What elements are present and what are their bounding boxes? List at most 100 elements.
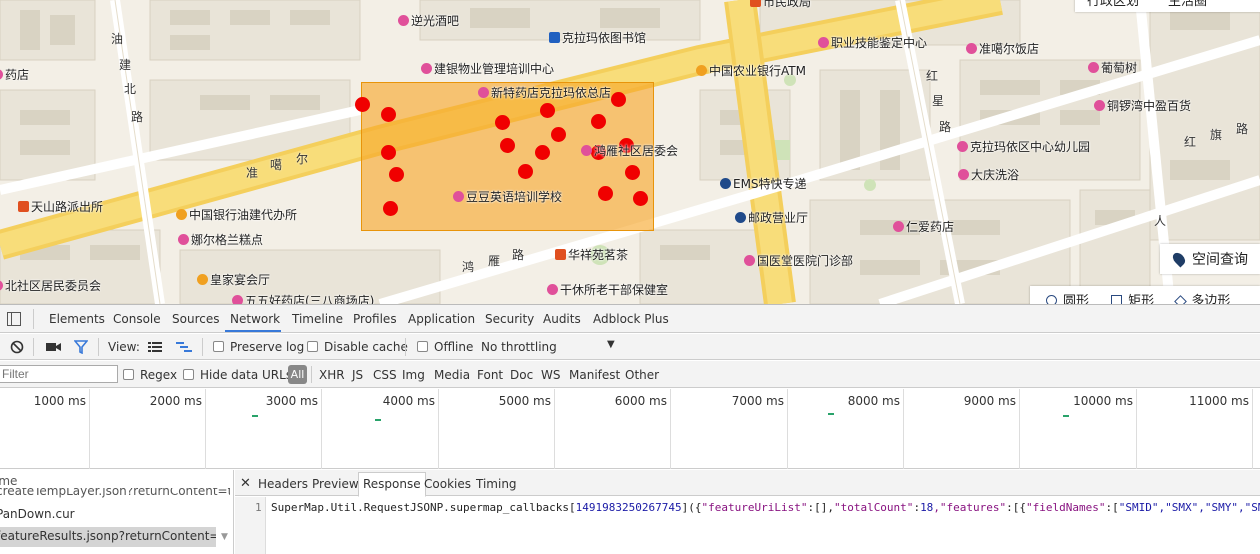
- tab-elements[interactable]: Elements: [49, 312, 105, 326]
- close-icon[interactable]: ✕: [240, 476, 251, 491]
- poi-naer[interactable]: 娜尔格兰糕点: [178, 233, 263, 247]
- result-marker[interactable]: [383, 201, 398, 216]
- filter-type-manifest[interactable]: Manifest: [569, 368, 620, 382]
- shape-rectangle-option[interactable]: 矩形: [1111, 290, 1154, 304]
- result-marker[interactable]: [611, 92, 626, 107]
- clear-icon[interactable]: [10, 340, 24, 354]
- tab-application[interactable]: Application: [408, 312, 475, 326]
- tab-sources[interactable]: Sources: [172, 312, 219, 326]
- filter-icon[interactable]: [74, 340, 88, 354]
- filter-type-all[interactable]: All: [288, 365, 307, 384]
- filter-type-css[interactable]: CSS: [373, 368, 397, 382]
- list-item-selected[interactable]: featureResults.jsonp?returnContent=true&…: [0, 527, 216, 547]
- poi-jumin[interactable]: 北社区居民委员会: [0, 279, 101, 293]
- tab-network[interactable]: Network: [230, 312, 280, 326]
- regex-checkbox[interactable]: Regex: [123, 368, 177, 382]
- poi-ganxiu[interactable]: 干休所老干部保健室: [547, 283, 668, 297]
- poi-zhungeer-hotel[interactable]: 准噶尔饭店: [966, 42, 1039, 56]
- shape-polygon-option[interactable]: 多边形: [1174, 290, 1230, 304]
- district-tool[interactable]: 行政区划: [1087, 0, 1139, 9]
- poi-bottom-cut[interactable]: 五五好药店(三八商场店): [232, 294, 374, 304]
- filter-input[interactable]: [0, 365, 118, 383]
- poi-yaodian[interactable]: 药店: [0, 68, 29, 82]
- map-top-tools[interactable]: 行政区划 生活圈: [1075, 0, 1260, 12]
- result-marker[interactable]: [540, 103, 555, 118]
- overview-icon[interactable]: [176, 342, 192, 352]
- poi-daqing[interactable]: 大庆洗浴: [958, 168, 1019, 182]
- result-marker[interactable]: [518, 164, 533, 179]
- chevron-down-icon[interactable]: ▼: [607, 339, 615, 350]
- result-marker[interactable]: [625, 165, 640, 180]
- poi-jiuba[interactable]: 逆光酒吧: [398, 14, 459, 28]
- result-marker[interactable]: [500, 138, 515, 153]
- spatial-query-button[interactable]: 空间查询: [1160, 244, 1260, 274]
- capture-screenshots-icon[interactable]: [46, 341, 62, 353]
- tab-cookies[interactable]: Cookies: [424, 477, 471, 491]
- scroll-down-icon[interactable]: ▼: [221, 532, 228, 542]
- poi-xinte[interactable]: 新特药店克拉玛依总店: [478, 86, 611, 100]
- poi-ems[interactable]: EMS特快专递: [720, 177, 807, 191]
- filter-type-other[interactable]: Other: [625, 368, 659, 382]
- response-body[interactable]: SuperMap.Util.RequestJSONP.supermap_call…: [271, 501, 1260, 514]
- poi-zhiye[interactable]: 职业技能鉴定中心: [818, 36, 927, 50]
- result-marker[interactable]: [381, 107, 396, 122]
- tab-adblock-plus[interactable]: Adblock Plus: [593, 312, 669, 326]
- result-marker[interactable]: [535, 145, 550, 160]
- result-marker[interactable]: [633, 191, 648, 206]
- throttling-select[interactable]: No throttling: [481, 340, 557, 354]
- result-marker[interactable]: [381, 145, 396, 160]
- result-marker[interactable]: [389, 167, 404, 182]
- poi-zhongyin[interactable]: 中国银行油建代办所: [176, 208, 297, 222]
- result-marker[interactable]: [551, 127, 566, 142]
- poi-honghu[interactable]: 鸿雁社区居委会: [581, 144, 678, 158]
- tab-profiles[interactable]: Profiles: [353, 312, 397, 326]
- dock-side-icon[interactable]: [7, 312, 21, 326]
- tab-console[interactable]: Console: [113, 312, 161, 326]
- poi-youzheng[interactable]: 邮政营业厅: [735, 211, 808, 225]
- poi-library[interactable]: 克拉玛依图书馆: [549, 31, 646, 45]
- tab-security[interactable]: Security: [485, 312, 534, 326]
- poi-huangjia[interactable]: 皇家宴会厅: [197, 273, 270, 287]
- filter-type-js[interactable]: JS: [352, 368, 363, 382]
- filter-type-media[interactable]: Media: [434, 368, 470, 382]
- result-marker[interactable]: [355, 97, 370, 112]
- poi-shimin[interactable]: 市民政局: [750, 0, 811, 9]
- tab-preview[interactable]: Preview: [312, 477, 359, 491]
- filter-type-doc[interactable]: Doc: [510, 368, 533, 382]
- preserve-log-checkbox[interactable]: Preserve log: [213, 340, 304, 354]
- large-rows-icon[interactable]: [148, 342, 162, 352]
- tab-headers[interactable]: Headers: [258, 477, 308, 491]
- network-timeline-overview[interactable]: 1000 ms 2000 ms 3000 ms 4000 ms 5000 ms 6000 …: [0, 389, 1260, 469]
- list-item[interactable]: createTempLayer.json?returnContent=true&…: [0, 488, 230, 500]
- result-marker[interactable]: [591, 114, 606, 129]
- shape-circle-option[interactable]: 圆形: [1046, 290, 1089, 304]
- filter-type-xhr[interactable]: XHR: [319, 368, 345, 382]
- tab-response[interactable]: Response: [358, 472, 426, 497]
- list-item[interactable]: PanDown.cur: [0, 505, 230, 525]
- poi-putao[interactable]: 葡萄树: [1088, 61, 1137, 75]
- filter-type-ws[interactable]: WS: [541, 368, 560, 382]
- disable-cache-checkbox[interactable]: Disable cache: [307, 340, 408, 354]
- shape-selector[interactable]: 圆形 矩形 多边形: [1030, 286, 1260, 304]
- poi-kindergarten[interactable]: 克拉玛依区中心幼儿园: [957, 140, 1090, 154]
- map-view[interactable]: 逆光酒吧 克拉玛依图书馆 市民政局 职业技能鉴定中心 准噶尔饭店 建银物业管理培训中心 中国…: [0, 0, 1260, 304]
- life-circle-tool[interactable]: 生活圈: [1168, 0, 1207, 9]
- poi-jianyin[interactable]: 建银物业管理培训中心: [421, 62, 554, 76]
- poi-tongluowan[interactable]: 铜锣湾中盈百货: [1094, 99, 1191, 113]
- tab-timeline[interactable]: Timeline: [292, 312, 343, 326]
- filter-type-font[interactable]: Font: [477, 368, 503, 382]
- poi-renai[interactable]: 仁爱药店: [893, 220, 954, 234]
- poi-huaxiang[interactable]: 华祥苑茗茶: [555, 248, 628, 262]
- poi-label: 天山路派出所: [31, 200, 104, 214]
- filter-type-img[interactable]: Img: [402, 368, 425, 382]
- poi-guoyitang[interactable]: 国医堂医院门诊部: [744, 254, 853, 268]
- poi-nongye[interactable]: 中国农业银行ATM: [696, 64, 806, 78]
- result-marker[interactable]: [598, 186, 613, 201]
- poi-doudou[interactable]: 豆豆英语培训学校: [453, 190, 562, 204]
- tab-timing[interactable]: Timing: [476, 477, 517, 491]
- hide-data-urls-checkbox[interactable]: Hide data URLs: [183, 368, 292, 382]
- offline-checkbox[interactable]: Offline: [417, 340, 473, 354]
- result-marker[interactable]: [495, 115, 510, 130]
- tab-audits[interactable]: Audits: [543, 312, 581, 326]
- poi-tianshan[interactable]: 天山路派出所: [18, 200, 103, 214]
